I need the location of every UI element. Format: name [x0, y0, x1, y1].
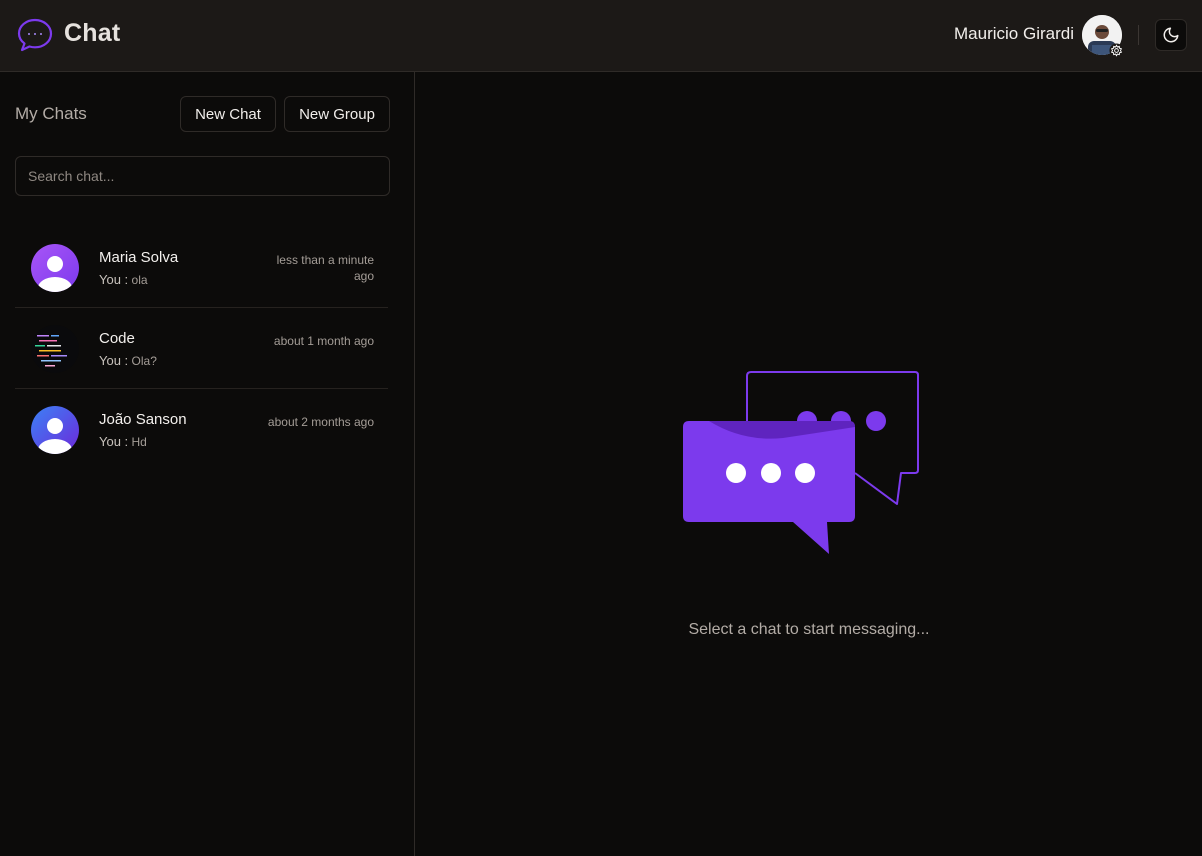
chat-item-maria-solva[interactable]: Maria Solva You : ola less than a minute… [15, 227, 388, 308]
chat-list: Maria Solva You : ola less than a minute… [15, 227, 388, 470]
user-name: Mauricio Girardi [954, 24, 1074, 43]
moon-icon [1163, 27, 1179, 43]
empty-state-message: Select a chat to start messaging... [688, 621, 930, 638]
user-silhouette-icon [31, 406, 79, 454]
avatar [31, 406, 79, 454]
chat-preview: You : Ola? [99, 353, 157, 368]
gear-icon[interactable] [1109, 43, 1124, 58]
avatar [31, 325, 79, 373]
chat-sender: You : [99, 434, 129, 449]
chat-name: Code [99, 330, 135, 347]
chat-last-message: ola [131, 273, 148, 287]
chat-bubble-icon[interactable] [17, 18, 53, 52]
chat-timestamp: less than a minute ago [276, 253, 374, 283]
code-image-icon [31, 325, 79, 373]
sidebar-title: My Chats [15, 104, 87, 123]
chat-bubbles-illustration [683, 371, 919, 554]
new-group-button[interactable]: New Group [284, 96, 390, 132]
chat-timestamp: about 2 months ago [267, 415, 374, 429]
chat-name: João Sanson [99, 411, 187, 428]
chat-sidebar: My Chats New Chat New Group Maria S [0, 72, 415, 856]
chat-item-code[interactable]: Code You : Ola? about 1 month ago [15, 308, 388, 389]
theme-toggle-button[interactable] [1155, 19, 1187, 51]
chat-sender: You : [99, 353, 129, 368]
chat-preview: You : ola [99, 272, 148, 287]
app-title[interactable]: Chat [64, 19, 120, 48]
chat-sender: You : [99, 272, 129, 287]
new-chat-button[interactable]: New Chat [180, 96, 276, 132]
chat-name: Maria Solva [99, 249, 179, 266]
chat-item-joao-sanson[interactable]: João Sanson You : Hd about 2 months ago [15, 389, 388, 470]
avatar [31, 244, 79, 292]
chat-preview: You : Hd [99, 434, 147, 449]
user-silhouette-icon [31, 244, 79, 292]
chat-last-message: Hd [131, 435, 147, 449]
app-header: Chat Mauricio Girardi [0, 0, 1202, 72]
user-avatar[interactable] [1082, 15, 1124, 58]
chat-timestamp: about 1 month ago [273, 334, 374, 348]
chat-main-panel: Select a chat to start messaging... [416, 72, 1202, 856]
header-divider [1138, 25, 1139, 45]
chat-last-message: Ola? [131, 354, 157, 368]
search-input[interactable] [15, 156, 390, 196]
